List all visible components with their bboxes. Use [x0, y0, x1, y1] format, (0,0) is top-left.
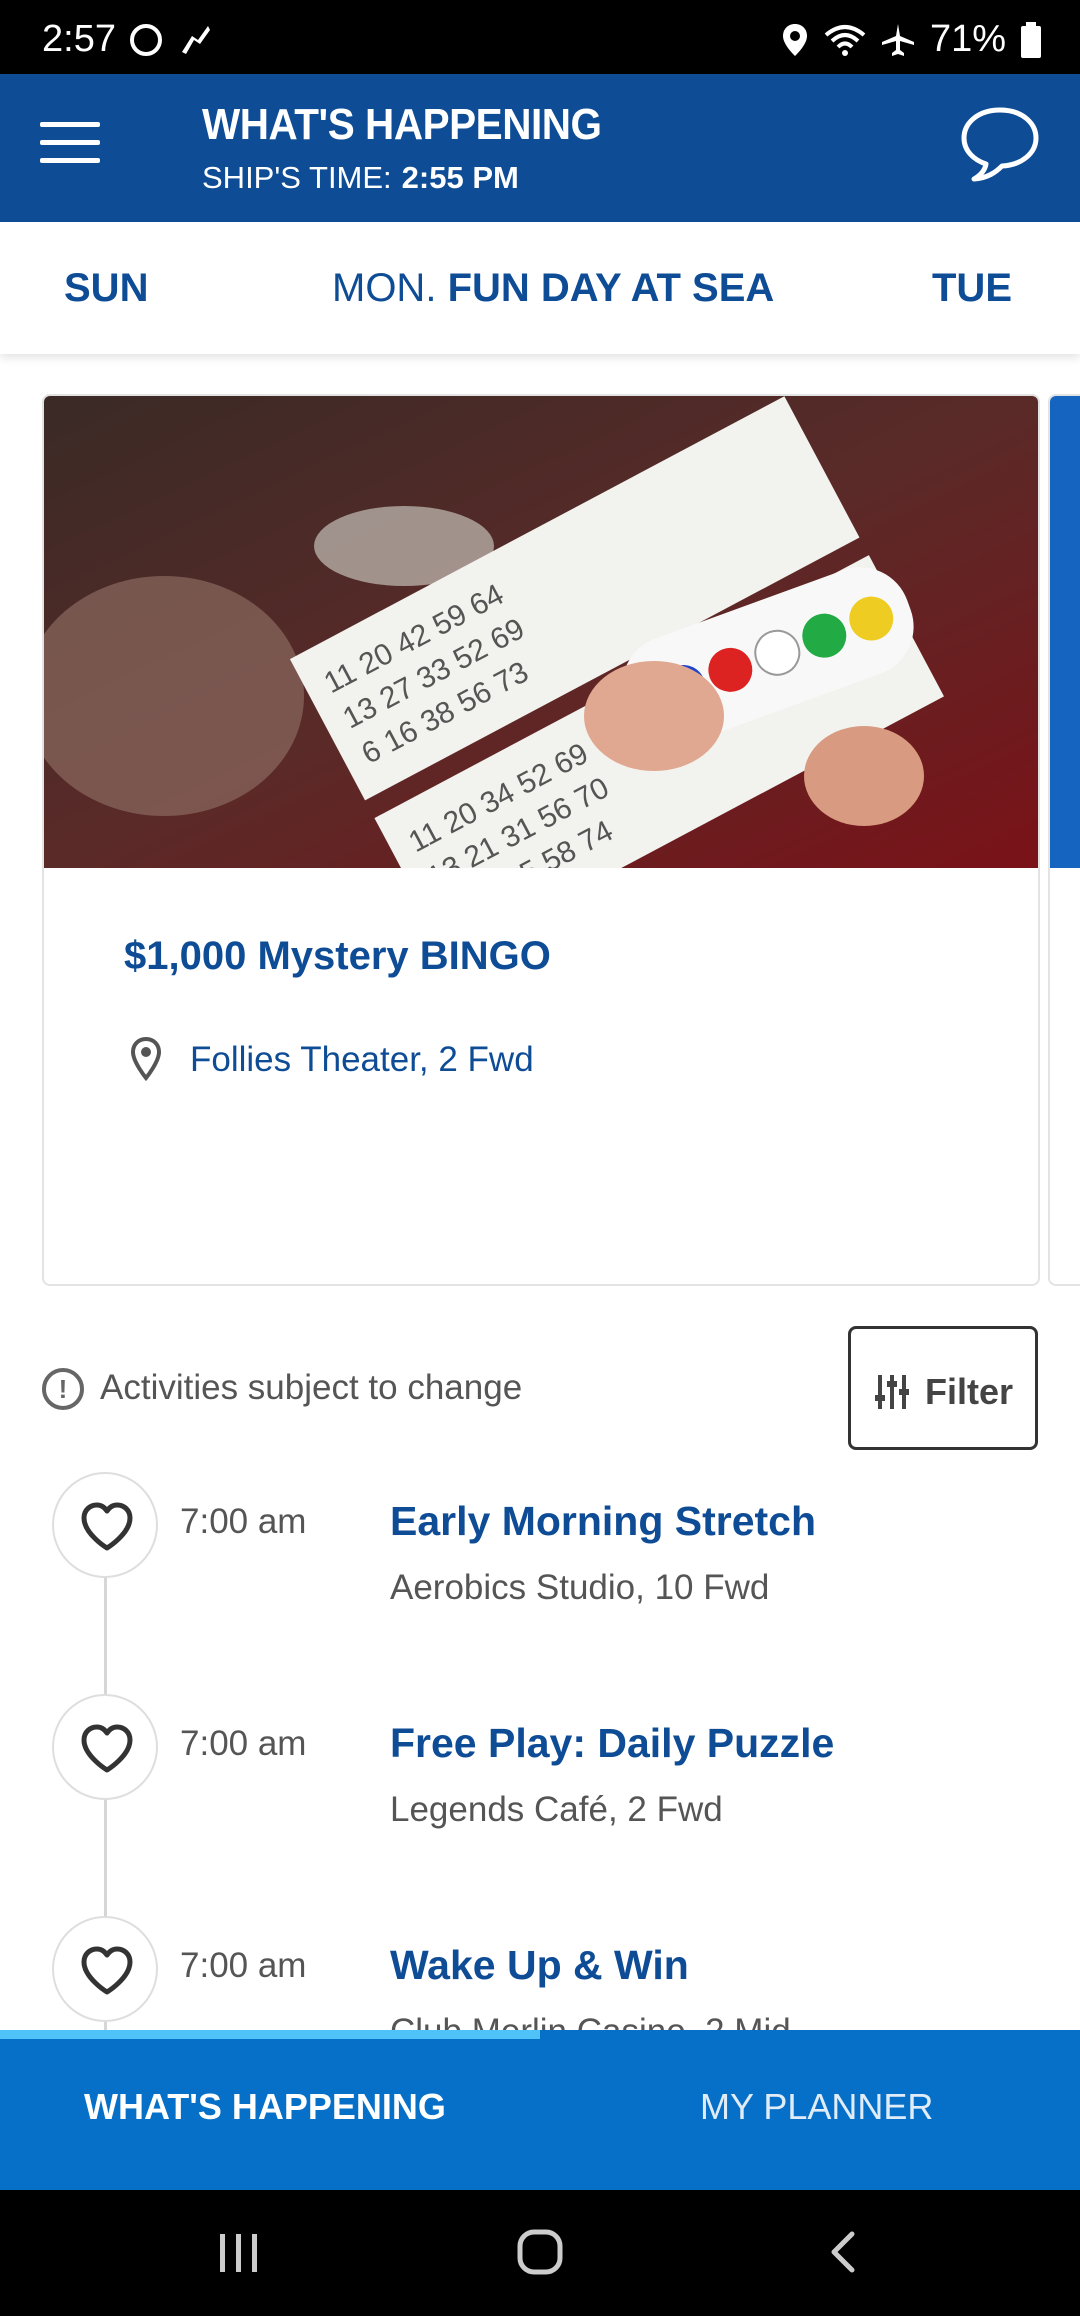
tab-tue[interactable]: TUE — [932, 266, 1012, 311]
status-icons-left — [128, 22, 214, 58]
status-icons-right: 71% — [780, 18, 1042, 61]
battery-percent: 71% — [929, 18, 1006, 60]
activity-location: Aerobics Studio, 10 Fwd — [390, 1568, 770, 1607]
active-tab-indicator — [0, 2030, 540, 2039]
tab-my-planner[interactable]: MY PLANNER — [700, 2086, 933, 2128]
favorite-button[interactable] — [52, 1472, 158, 1578]
day-tabs: SUN MON. FUN DAY AT SEA TUE — [0, 222, 1080, 354]
tab-mon[interactable]: MON. FUN DAY AT SEA — [332, 266, 774, 311]
ships-time: SHIP'S TIME: 2:55 PM — [202, 160, 519, 196]
featured-event-card[interactable]: 11 20 42 59 64 13 27 33 52 69 6 16 38 56… — [42, 394, 1040, 1286]
wifi-icon — [824, 24, 866, 56]
activity-title[interactable]: Free Play: Daily Puzzle — [390, 1720, 834, 1767]
next-featured-card[interactable] — [1048, 394, 1080, 1286]
tab-mon-name: FUN DAY AT SEA — [447, 266, 775, 310]
activity-time: 7:00 am — [180, 1724, 307, 1763]
heart-icon — [81, 1502, 133, 1551]
favorite-button[interactable] — [52, 1916, 158, 2022]
sliders-icon — [875, 1375, 909, 1409]
menu-icon[interactable] — [40, 122, 100, 174]
activity-title[interactable]: Wake Up & Win — [390, 1942, 689, 1989]
map-pin-icon — [130, 1036, 162, 1082]
tab-sun[interactable]: SUN — [64, 266, 148, 311]
home-icon[interactable] — [516, 2228, 564, 2276]
tab-whats-happening[interactable]: WHAT'S HAPPENING — [84, 2086, 446, 2128]
recent-apps-icon[interactable] — [216, 2232, 262, 2274]
status-bar: 2:57 71% — [0, 0, 1080, 74]
activity-location: Legends Café, 2 Fwd — [390, 1790, 723, 1829]
activity-time: 7:00 am — [180, 1502, 307, 1541]
bottom-nav: WHAT'S HAPPENING MY PLANNER — [0, 2030, 1080, 2190]
featured-event-location: Follies Theater, 2 Fwd — [190, 1040, 534, 1079]
status-time: 2:57 — [42, 18, 116, 60]
back-icon[interactable] — [826, 2230, 860, 2274]
app-notification-icon — [182, 26, 210, 54]
system-nav-bar — [0, 2190, 1080, 2316]
featured-event-title: $1,000 Mystery BINGO — [124, 934, 551, 978]
filter-button[interactable]: Filter — [848, 1326, 1038, 1450]
activity-item[interactable]: 7:00 am Free Play: Daily Puzzle Legends … — [0, 1694, 1080, 1894]
battery-icon — [1021, 21, 1041, 58]
activity-time: 7:00 am — [180, 1946, 307, 1985]
heart-icon — [81, 1724, 133, 1773]
airplane-icon — [881, 23, 914, 56]
exclamation-icon: ! — [42, 1368, 84, 1410]
app-header: WHAT'S HAPPENING SHIP'S TIME: 2:55 PM — [0, 74, 1080, 222]
filter-label: Filter — [925, 1371, 1014, 1412]
bingo-photo: 11 20 42 59 64 13 27 33 52 69 6 16 38 56… — [44, 396, 1038, 868]
activity-title[interactable]: Early Morning Stretch — [390, 1498, 816, 1545]
activity-item[interactable]: 7:00 am Early Morning Stretch Aerobics S… — [0, 1472, 1080, 1672]
tab-mon-day: MON. — [332, 266, 437, 310]
ships-time-value: 2:55 PM — [401, 160, 519, 195]
circle-notification-icon — [130, 24, 162, 56]
ships-time-label: SHIP'S TIME: — [202, 160, 392, 195]
location-icon — [782, 23, 807, 56]
favorite-button[interactable] — [52, 1694, 158, 1800]
activities-notice: Activities subject to change — [100, 1368, 523, 1407]
heart-icon — [81, 1946, 133, 1995]
chat-icon[interactable] — [958, 104, 1042, 184]
page-title: WHAT'S HAPPENING — [202, 100, 602, 149]
